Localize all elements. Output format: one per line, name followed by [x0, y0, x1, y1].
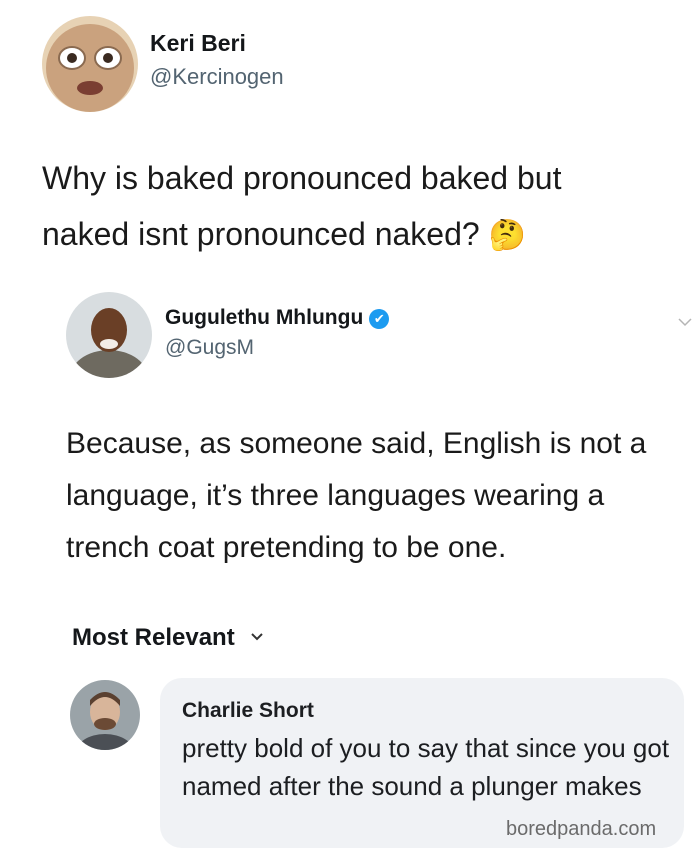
author-handle[interactable]: @GugsM: [165, 336, 254, 360]
tweet-text: Why is baked pronounced baked but naked …: [42, 150, 652, 264]
chevron-down-icon[interactable]: [678, 314, 692, 328]
user-photo-icon: [70, 680, 140, 750]
avatar-keri-beri[interactable]: [42, 16, 138, 112]
comment-text: pretty bold of you to say that since you…: [182, 733, 670, 801]
author-name-text: Gugulethu Mhlungu: [165, 306, 364, 329]
user-photo-icon: [42, 16, 138, 112]
author-handle[interactable]: @Kercinogen: [150, 64, 284, 90]
author-name[interactable]: Keri Beri: [150, 30, 246, 57]
thinking-face-icon: 🤔: [488, 219, 526, 252]
chevron-down-icon: [251, 620, 264, 648]
avatar-gugulethu[interactable]: [66, 292, 152, 378]
tweet-text: Because, as someone said, English is not…: [66, 427, 647, 564]
sort-dropdown[interactable]: Most Relevant: [72, 620, 264, 652]
author-name[interactable]: Gugulethu Mhlungu ✔: [165, 306, 390, 330]
sort-label: Most Relevant: [72, 624, 235, 651]
verified-badge-icon: ✔: [369, 309, 390, 329]
avatar-charlie-short[interactable]: [70, 680, 140, 750]
watermark: boredpanda.com: [506, 818, 657, 840]
tweet-text-body: Why is baked pronounced baked but naked …: [42, 160, 562, 252]
user-photo-icon: [66, 292, 152, 378]
comment-author-name[interactable]: Charlie Short: [182, 699, 314, 723]
